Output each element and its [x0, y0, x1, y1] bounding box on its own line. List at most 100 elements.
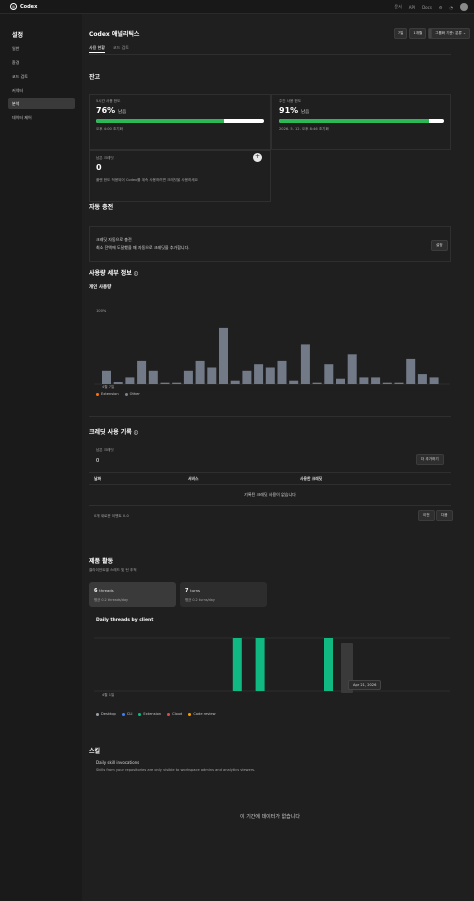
usage-bar-21[interactable] — [347, 354, 357, 384]
top-link-api[interactable]: API — [409, 5, 415, 10]
sidebar-item-analytics[interactable]: 분석 — [8, 98, 75, 109]
usage-detail-title-text: 사용량 세부 정보 — [89, 270, 132, 277]
limit-week-value: 91% 남음 — [279, 106, 309, 115]
threads-card[interactable]: 6 threads 평균 0.2 threads/day — [89, 582, 176, 607]
usage-bar-11[interactable] — [230, 380, 240, 384]
tab-code-review[interactable]: 코드 검토 — [113, 45, 129, 53]
legend-code-review[interactable]: Code review — [188, 712, 216, 716]
avatar[interactable] — [460, 3, 468, 11]
credits-panel: 남은 크레딧 0 + 플랜 한도 적용되어 Codex를 계속 사용하려면 크레… — [89, 150, 271, 202]
sidebar-item-environments[interactable]: 환경 — [8, 57, 75, 68]
usage-bar-23[interactable] — [371, 377, 381, 384]
limit-week-progress — [279, 119, 444, 123]
turns-count: 7 — [185, 588, 189, 594]
usage-bar-9[interactable] — [207, 367, 217, 385]
range-1m-button[interactable]: 1개월 — [409, 28, 427, 39]
top-link-docs-ko[interactable]: 문서 — [394, 4, 401, 10]
usage-bar-3[interactable] — [137, 360, 147, 384]
usage-bar-26[interactable] — [406, 358, 416, 384]
gear-icon[interactable]: ⚙ — [439, 5, 443, 10]
bell-icon[interactable]: ◔ — [450, 5, 454, 10]
range-7d-button[interactable]: 7일 — [393, 28, 408, 39]
sidebar-item-code-review[interactable]: 코드 검토 — [8, 71, 75, 82]
legend-extension[interactable]: Extension — [138, 712, 161, 716]
legend-extension-label: Extension — [143, 712, 162, 716]
credit-history-title-text: 크레딧 사용 기록 — [89, 429, 132, 436]
turns-value: 7 turns — [185, 588, 200, 594]
sidebar-item-connectors[interactable]: 커넥터 — [8, 85, 75, 96]
threads-chart-title: Daily threads by client — [96, 618, 154, 623]
threads-bar-12[interactable] — [232, 638, 242, 691]
legend-cli-label: CLI — [126, 712, 133, 716]
auto-recharge-title: 자동 충전 — [89, 204, 114, 211]
usage-bar-28[interactable] — [429, 377, 439, 384]
info-icon[interactable]: ⓘ — [134, 430, 138, 435]
usage-bar-20[interactable] — [336, 378, 345, 384]
threads-unit: threads — [99, 588, 114, 593]
legend-desktop-label: Desktop — [101, 712, 116, 716]
usage-bar-4[interactable] — [148, 370, 158, 384]
usage-bar-17[interactable] — [300, 344, 310, 384]
limit-5h-label: 5시간 사용 한도 — [96, 99, 121, 103]
app-logo[interactable]: ◎ Codex — [10, 3, 37, 10]
usage-bar-16[interactable] — [289, 380, 299, 384]
threads-tooltip: Apr 21, 2026 — [348, 680, 382, 690]
credits-value: 0 — [96, 163, 102, 172]
usage-bar-14[interactable] — [265, 367, 275, 385]
usage-bar-2[interactable] — [125, 377, 135, 384]
legend-other-label: Other — [129, 392, 140, 396]
usage-bar-24[interactable] — [382, 382, 392, 384]
prev-page-button[interactable]: 이전 — [418, 510, 435, 521]
add-more-credits-button[interactable]: 더 추가하기 — [416, 454, 444, 465]
legend-cloud[interactable]: Cloud — [167, 712, 182, 716]
legend-dot — [167, 712, 171, 716]
limit-5h-value: 76% 남음 — [96, 106, 126, 115]
next-page-button[interactable]: 다음 — [436, 510, 453, 521]
tabs: 사용 현황 코드 검토 — [89, 45, 129, 53]
usage-bar-13[interactable] — [254, 364, 264, 384]
col-credits-used: 사용한 크레딧 — [300, 476, 323, 481]
usage-bar-18[interactable] — [312, 382, 322, 384]
usage-bar-8[interactable] — [195, 360, 205, 384]
info-icon[interactable]: ⓘ — [134, 271, 138, 276]
usage-bar-25[interactable] — [394, 382, 404, 384]
usage-bar-5[interactable] — [160, 382, 170, 384]
auto-recharge-settings-button[interactable]: 설정 — [431, 240, 448, 251]
credits-label: 남은 크레딧 — [96, 156, 114, 160]
usage-bar-1[interactable] — [113, 382, 123, 384]
page-title: Codex 애널리틱스 — [89, 31, 140, 38]
usage-bar-0[interactable] — [102, 370, 111, 384]
sidebar: 설정 일반 환경 코드 검토 커넥터 분석 데이터 제어 — [0, 14, 82, 901]
threads-bar-14[interactable] — [255, 638, 265, 691]
group-by-label: 그룹화 기준: 분류 — [435, 31, 462, 35]
turns-card[interactable]: 7 turns 평균 0.2 turns/day — [180, 582, 267, 607]
legend-extension[interactable]: Extension — [96, 392, 119, 396]
usage-bar-7[interactable] — [183, 370, 193, 384]
limit-5h-panel: 5시간 사용 한도 76% 남음 오후 4:00 초기화 — [89, 94, 271, 150]
legend-desktop[interactable]: Desktop — [96, 712, 116, 716]
threads-bar-20[interactable] — [324, 638, 333, 691]
col-service: 서비스 — [188, 476, 199, 481]
limit-5h-reset: 오후 4:00 초기화 — [96, 127, 123, 131]
threads-count: 6 — [94, 588, 98, 594]
remaining-credits-label: 남은 크레딧 — [96, 448, 114, 452]
usage-bar-10[interactable] — [219, 327, 228, 384]
usage-bar-27[interactable] — [417, 374, 427, 384]
usage-bar-12[interactable] — [242, 370, 252, 384]
legend-cli[interactable]: CLI — [121, 712, 133, 716]
top-link-docs[interactable]: Docs — [422, 5, 432, 10]
legend-other[interactable]: Other — [124, 392, 140, 396]
limit-5h-progress — [96, 119, 264, 123]
group-by-select[interactable]: 그룹화 기준: 분류 ⌄ — [431, 28, 470, 39]
usage-bar-22[interactable] — [359, 377, 369, 384]
sidebar-item-general[interactable]: 일반 — [8, 43, 75, 54]
sidebar-item-data-controls[interactable]: 데이터 제어 — [8, 112, 75, 123]
usage-bar-15[interactable] — [277, 360, 287, 384]
usage-bar-19[interactable] — [324, 364, 334, 384]
top-right-nav: 문서 API Docs ⚙ ◔ — [394, 3, 468, 11]
usage-bar-6[interactable] — [172, 382, 182, 384]
top-bar: ◎ Codex 문서 API Docs ⚙ ◔ — [0, 0, 474, 14]
add-credits-button[interactable]: + — [253, 153, 262, 162]
tab-usage[interactable]: 사용 현황 — [89, 45, 105, 53]
threads-x-axis-start: 4월 1일 — [102, 693, 115, 697]
